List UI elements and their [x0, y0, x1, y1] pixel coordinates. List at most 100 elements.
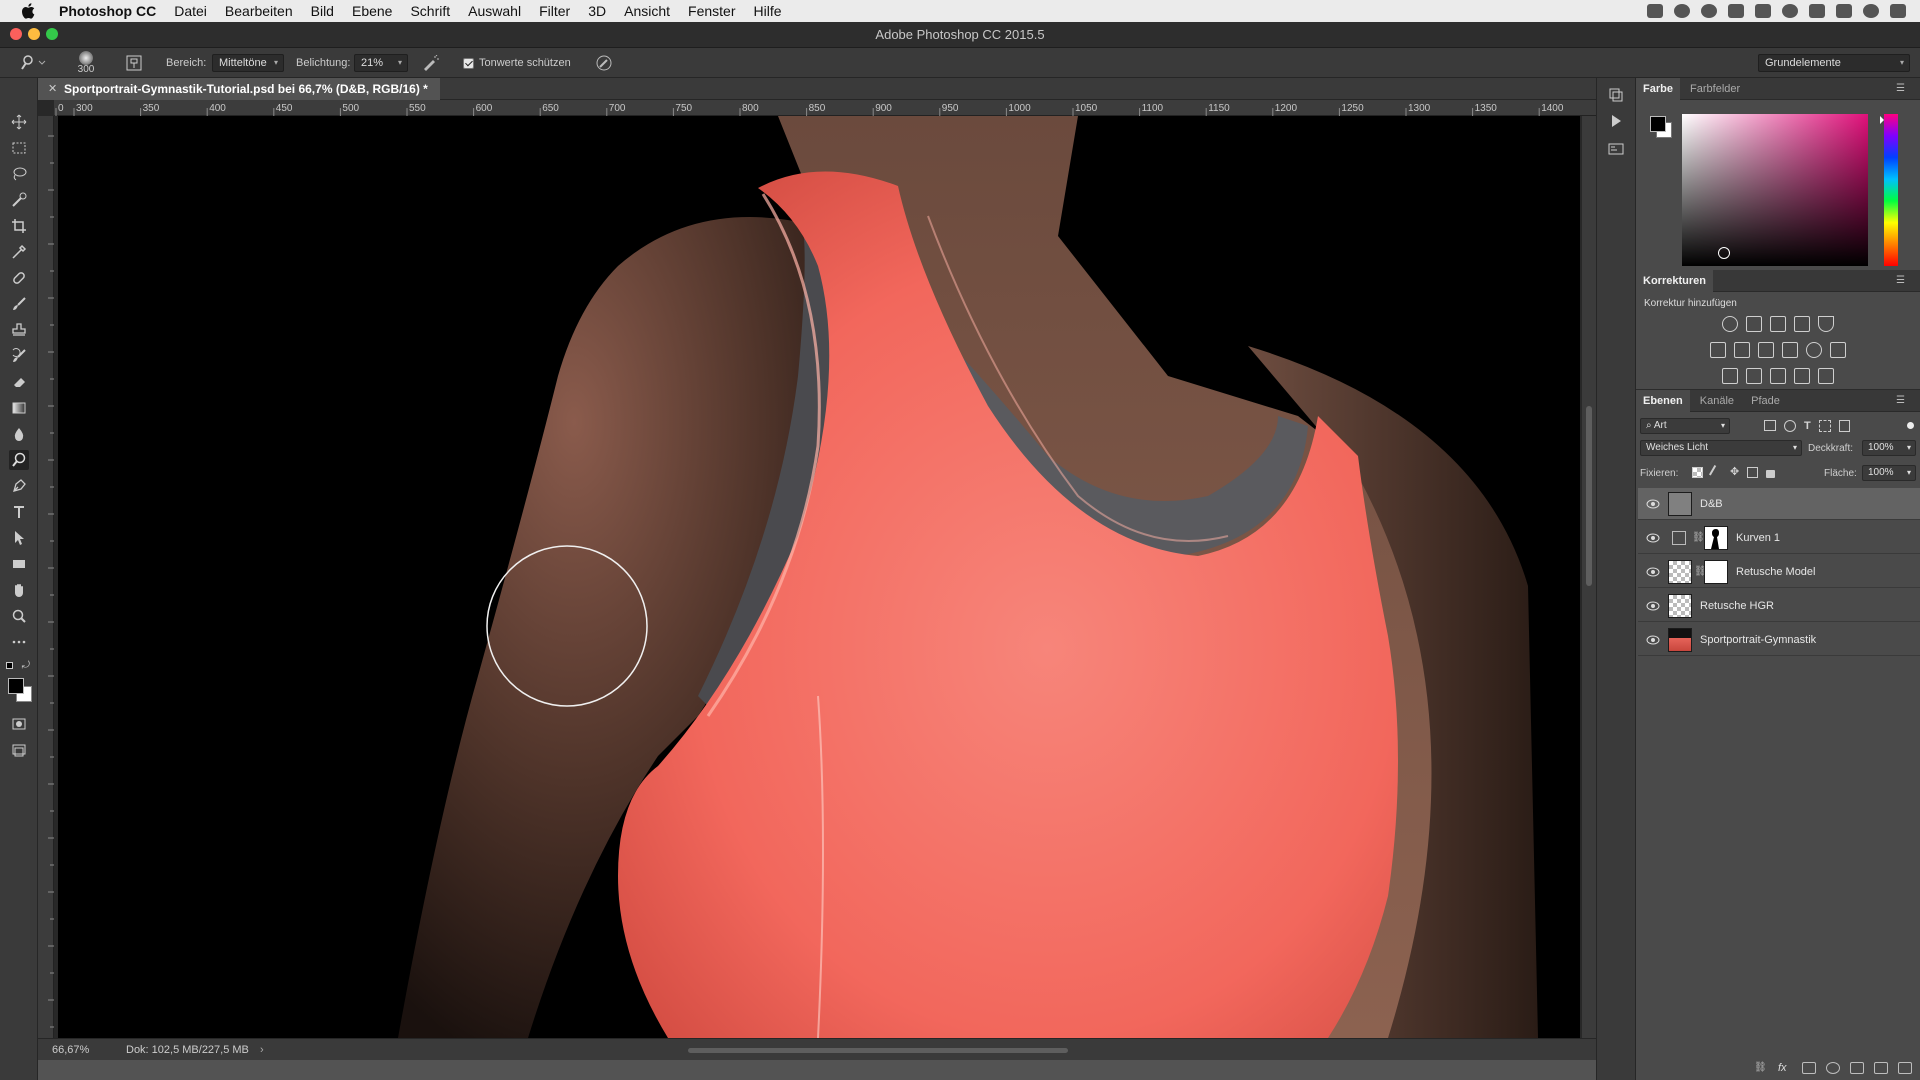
- menu-fenster[interactable]: Fenster: [679, 0, 744, 22]
- tab-farbfelder[interactable]: Farbfelder: [1683, 78, 1747, 100]
- menu-hilfe[interactable]: Hilfe: [745, 0, 791, 22]
- bluetooth-icon[interactable]: [1809, 4, 1825, 18]
- zoom-window-button[interactable]: [46, 28, 58, 40]
- lock-transparent-icon[interactable]: [1692, 467, 1703, 478]
- color-picker-marker[interactable]: [1718, 247, 1730, 259]
- document-tab[interactable]: ✕ Sportportrait-Gymnastik-Tutorial.psd b…: [38, 78, 440, 100]
- add-mask-icon[interactable]: [1802, 1062, 1816, 1074]
- filter-type-icon[interactable]: T: [1804, 420, 1811, 432]
- tool-marquee[interactable]: [9, 138, 29, 158]
- quick-mask-button[interactable]: [9, 714, 29, 734]
- vibrance-icon[interactable]: [1818, 316, 1834, 332]
- new-layer-icon[interactable]: [1874, 1062, 1888, 1074]
- foreground-color-swatch[interactable]: [8, 678, 24, 694]
- curves-icon[interactable]: [1770, 316, 1786, 332]
- document-info[interactable]: Dok: 102,5 MB/227,5 MB: [126, 1039, 249, 1061]
- vertical-scrollbar[interactable]: [1582, 116, 1596, 1038]
- tool-history-brush[interactable]: [9, 346, 29, 366]
- tool-move[interactable]: [9, 112, 29, 132]
- tool-brush[interactable]: [9, 294, 29, 314]
- invert-icon[interactable]: [1722, 368, 1738, 384]
- dropbox-icon[interactable]: [1647, 4, 1663, 18]
- tool-blur[interactable]: [9, 424, 29, 444]
- menu-bearbeiten[interactable]: Bearbeiten: [216, 0, 302, 22]
- opacity-input[interactable]: 100% ▾: [1862, 440, 1916, 456]
- tool-path-select[interactable]: [9, 528, 29, 548]
- airbrush-button[interactable]: [422, 48, 440, 78]
- tool-zoom[interactable]: [9, 606, 29, 626]
- tool-eyedropper[interactable]: [9, 242, 29, 262]
- visibility-eye-icon[interactable]: [1646, 601, 1660, 611]
- fx-icon[interactable]: fx: [1778, 1062, 1792, 1074]
- image-canvas[interactable]: [58, 116, 1580, 1038]
- menu-3d[interactable]: 3D: [579, 0, 615, 22]
- menu-auswahl[interactable]: Auswahl: [459, 0, 530, 22]
- layer-filter-dropdown[interactable]: ⌕ Art ▾: [1640, 418, 1730, 434]
- brush-size-picker[interactable]: 300: [72, 48, 100, 78]
- apple-icon[interactable]: [18, 0, 38, 22]
- filter-adjustment-icon[interactable]: [1784, 420, 1796, 432]
- pressure-size-button[interactable]: [595, 48, 613, 78]
- workspace-dropdown[interactable]: Grundelemente ▾: [1758, 54, 1910, 72]
- menu-datei[interactable]: Datei: [165, 0, 216, 22]
- levels-icon[interactable]: [1746, 316, 1762, 332]
- layer-row-kurven-1[interactable]: ⛓ Kurven 1: [1638, 522, 1920, 554]
- color-field[interactable]: [1682, 114, 1868, 266]
- lock-all-icon[interactable]: [1766, 470, 1776, 478]
- visibility-eye-icon[interactable]: [1646, 533, 1660, 543]
- time-machine-icon[interactable]: [1782, 4, 1798, 18]
- gradient-map-icon[interactable]: [1818, 368, 1834, 384]
- selective-color-icon[interactable]: [1794, 368, 1810, 384]
- close-window-button[interactable]: [10, 28, 22, 40]
- tool-eraser[interactable]: [9, 372, 29, 392]
- visibility-eye-icon[interactable]: [1646, 635, 1660, 645]
- tool-crop[interactable]: [9, 216, 29, 236]
- spotlight-icon[interactable]: [1863, 4, 1879, 18]
- menu-schrift[interactable]: Schrift: [401, 0, 459, 22]
- script-icon[interactable]: [1755, 4, 1771, 18]
- menu-ebene[interactable]: Ebene: [343, 0, 401, 22]
- tool-preset-picker[interactable]: [20, 48, 46, 78]
- delete-layer-icon[interactable]: [1898, 1062, 1912, 1074]
- color-balance-icon[interactable]: [1734, 342, 1750, 358]
- color-panel-swatches[interactable]: [1648, 114, 1676, 142]
- hue-slider[interactable]: [1880, 114, 1898, 266]
- menu-ansicht[interactable]: Ansicht: [615, 0, 679, 22]
- horizontal-scroll-thumb[interactable]: [688, 1048, 1068, 1053]
- tab-pfade[interactable]: Pfade: [1744, 390, 1787, 412]
- chevron-right-icon[interactable]: ›: [260, 1039, 264, 1061]
- visibility-eye-icon[interactable]: [1646, 499, 1660, 509]
- drive-icon[interactable]: [1728, 4, 1744, 18]
- close-tab-icon[interactable]: ✕: [48, 78, 57, 100]
- exposure-input[interactable]: 21% ▾: [354, 54, 408, 72]
- tool-type[interactable]: [9, 502, 29, 522]
- filter-pixel-icon[interactable]: [1764, 420, 1776, 431]
- properties-panel-button[interactable]: [1607, 140, 1625, 158]
- toggle-brush-panel-button[interactable]: [126, 48, 142, 78]
- blend-mode-dropdown[interactable]: Weiches Licht ▾: [1640, 440, 1802, 456]
- panel-menu-icon[interactable]: ☰: [1889, 270, 1912, 292]
- menu-app-name[interactable]: Photoshop CC: [50, 0, 165, 22]
- swap-colors-icon[interactable]: ⤾: [22, 660, 30, 671]
- tool-pen[interactable]: [9, 476, 29, 496]
- tab-ebenen[interactable]: Ebenen: [1636, 390, 1690, 412]
- tab-kanaele[interactable]: Kanäle: [1693, 390, 1741, 412]
- black-white-icon[interactable]: [1758, 342, 1774, 358]
- zoom-level[interactable]: 66,67%: [52, 1039, 89, 1061]
- link-layers-icon[interactable]: ⛓: [1754, 1062, 1768, 1074]
- minimize-window-button[interactable]: [28, 28, 40, 40]
- channel-mixer-icon[interactable]: [1806, 342, 1822, 358]
- filter-shape-icon[interactable]: [1818, 420, 1831, 432]
- lock-position-icon[interactable]: ✥: [1730, 467, 1739, 478]
- tab-korrekturen[interactable]: Korrekturen: [1636, 270, 1713, 292]
- foreground-color-swatch[interactable]: [1650, 116, 1666, 132]
- color-lookup-icon[interactable]: [1830, 342, 1846, 358]
- panel-menu-icon[interactable]: ☰: [1889, 390, 1912, 412]
- layer-row-retusche-model[interactable]: ⛓ Retusche Model: [1638, 556, 1920, 588]
- fill-input[interactable]: 100% ▾: [1862, 465, 1916, 481]
- history-panel-button[interactable]: [1607, 86, 1625, 104]
- hue-slider-marker[interactable]: [1880, 116, 1888, 124]
- tab-farbe[interactable]: Farbe: [1636, 78, 1680, 100]
- tool-gradient[interactable]: [9, 398, 29, 418]
- protect-tones-checkbox[interactable]: [463, 57, 474, 69]
